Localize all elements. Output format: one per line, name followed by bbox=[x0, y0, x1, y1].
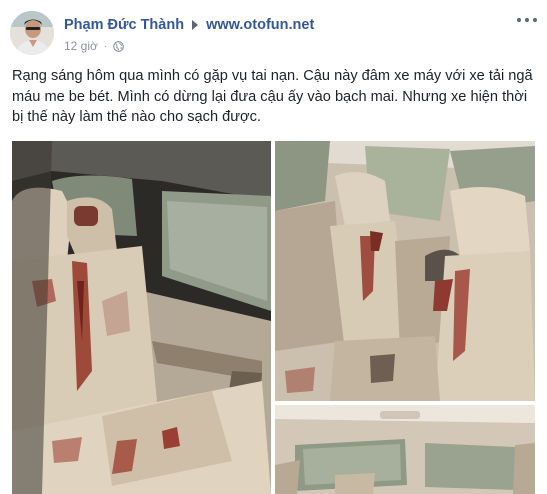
avatar[interactable] bbox=[10, 11, 54, 55]
author-name[interactable]: Phạm Đức Thành bbox=[64, 17, 184, 33]
more-options-icon[interactable] bbox=[517, 14, 537, 26]
photo-back-seat[interactable] bbox=[12, 141, 271, 494]
meta-separator: · bbox=[103, 40, 108, 52]
photo-car-interior-rear[interactable] bbox=[275, 405, 535, 494]
shared-to-arrow-icon bbox=[192, 20, 199, 30]
facebook-post: Phạm Đức Thành www.otofun.net 12 giờ · R… bbox=[0, 0, 547, 494]
timestamp[interactable]: 12 giờ bbox=[64, 39, 98, 53]
globe-icon[interactable] bbox=[113, 40, 125, 52]
menu-dot bbox=[525, 18, 529, 22]
menu-dot bbox=[517, 18, 521, 22]
photo-front-seats[interactable] bbox=[275, 141, 535, 401]
post-header: Phạm Đức Thành www.otofun.net bbox=[64, 15, 314, 35]
page-link[interactable]: www.otofun.net bbox=[206, 17, 314, 33]
post-meta: 12 giờ · bbox=[64, 38, 125, 54]
post-text: Rạng sáng hôm qua mình có gặp vụ tai nạn… bbox=[12, 68, 533, 125]
menu-dot bbox=[533, 18, 537, 22]
